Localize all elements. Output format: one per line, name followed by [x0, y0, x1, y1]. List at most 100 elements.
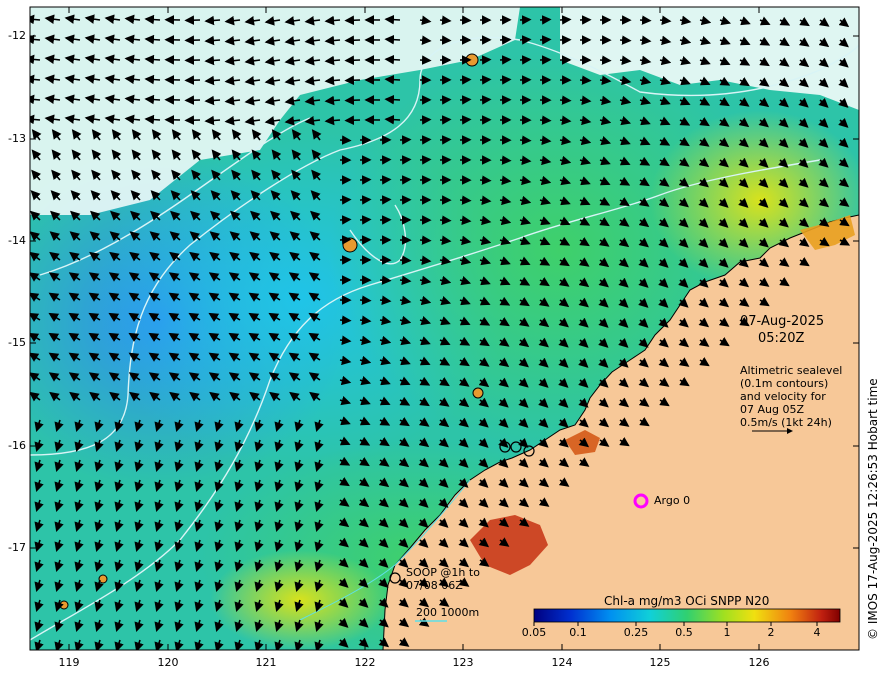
velocity-arrow	[439, 35, 452, 45]
velocity-arrow	[539, 115, 552, 125]
velocity-arrow	[419, 35, 432, 45]
velocity-arrow	[539, 35, 552, 45]
colorbar-tick-label: 0.25	[623, 626, 649, 639]
velocity-arrow	[339, 235, 352, 245]
velocity-arrow	[359, 295, 372, 305]
velocity-arrow	[144, 54, 161, 65]
velocity-arrow	[539, 15, 552, 25]
velocity-arrow	[144, 14, 161, 25]
velocity-arrow	[439, 15, 452, 25]
velocity-arrow	[459, 95, 472, 105]
lon-tick-label: 119	[58, 656, 80, 669]
velocity-arrow	[339, 215, 352, 225]
velocity-arrow	[559, 95, 572, 105]
velocity-arrow	[344, 55, 361, 66]
velocity-arrow	[384, 74, 401, 85]
velocity-arrow	[459, 15, 472, 25]
velocity-arrow	[204, 55, 221, 66]
soop-label: SOOP @1h to	[406, 566, 480, 579]
info-line: 0.5m/s (1kt 24h)	[740, 416, 832, 429]
colorbar-tick-label: 1	[723, 626, 731, 639]
velocity-arrow	[379, 175, 392, 185]
velocity-arrow	[439, 215, 452, 225]
velocity-arrow	[459, 195, 472, 205]
velocity-arrow	[519, 35, 532, 45]
velocity-arrow	[399, 175, 412, 185]
velocity-arrow	[359, 195, 372, 205]
colorbar-tick-label: 0.05	[521, 626, 547, 639]
isobath-legend-label: 200 1000m	[416, 606, 480, 619]
velocity-arrow	[204, 115, 221, 126]
timestamp-date: 07-Aug-2025	[740, 314, 825, 329]
velocity-arrow	[479, 75, 492, 85]
velocity-arrow	[399, 255, 412, 265]
timestamp-time: 05:20Z	[758, 331, 805, 346]
velocity-arrow	[619, 35, 632, 45]
velocity-arrow	[599, 55, 612, 65]
velocity-arrow	[204, 15, 221, 26]
lon-tick-label: 126	[748, 656, 770, 669]
colorbar-tick-label: 0.5	[675, 626, 693, 639]
velocity-arrow	[339, 315, 352, 325]
velocity-arrow	[344, 115, 361, 126]
velocity-arrow	[419, 135, 432, 145]
velocity-arrow	[204, 75, 221, 86]
velocity-arrow	[379, 275, 392, 285]
velocity-arrow	[344, 95, 361, 106]
lon-tick-label: 121	[255, 656, 277, 669]
velocity-arrow	[144, 94, 161, 105]
velocity-arrow	[439, 135, 452, 145]
velocity-arrow	[144, 74, 161, 85]
lat-tick-label: -16	[8, 439, 26, 452]
velocity-arrow	[344, 15, 361, 26]
velocity-arrow	[359, 215, 372, 225]
velocity-arrow	[439, 115, 452, 125]
lon-tick-label: 120	[157, 656, 179, 669]
colorbar-tick-label: 2	[767, 626, 775, 639]
velocity-arrow	[204, 35, 221, 46]
velocity-arrow	[499, 155, 512, 165]
velocity-arrow	[479, 175, 492, 185]
velocity-arrow	[384, 14, 401, 25]
velocity-arrow	[384, 54, 401, 65]
velocity-arrow	[384, 114, 401, 125]
lat-tick-label: -15	[8, 336, 26, 349]
velocity-arrow	[459, 115, 472, 125]
island	[472, 387, 484, 399]
velocity-arrow	[519, 135, 532, 145]
lon-tick-label: 125	[649, 656, 671, 669]
soop-label: 07/08 06Z	[406, 579, 463, 592]
velocity-arrow	[344, 75, 361, 86]
info-line: and velocity for	[740, 390, 826, 403]
velocity-arrow	[384, 34, 401, 45]
info-line: (0.1m contours)	[740, 377, 829, 390]
info-line: 07 Aug 05Z	[740, 403, 805, 416]
velocity-arrow	[384, 94, 401, 105]
lat-tick-label: -17	[8, 541, 26, 554]
velocity-arrow	[579, 75, 592, 85]
velocity-arrow	[419, 235, 432, 245]
argo-label: Argo 0	[654, 494, 691, 507]
velocity-arrow	[419, 55, 432, 65]
lat-tick-label: -14	[8, 234, 26, 247]
lon-tick-label: 123	[452, 656, 474, 669]
velocity-arrow	[144, 34, 161, 45]
velocity-arrow	[344, 35, 361, 46]
velocity-arrow	[559, 15, 572, 25]
velocity-arrow	[399, 155, 412, 165]
info-line: Altimetric sealevel	[740, 364, 843, 377]
velocity-arrow	[499, 55, 512, 65]
island	[59, 600, 69, 610]
lat-tick-label: -13	[8, 132, 26, 145]
velocity-arrow	[639, 15, 652, 25]
velocity-arrow	[204, 95, 221, 106]
colorbar-tick-label: 4	[813, 626, 821, 639]
velocity-arrow	[499, 75, 512, 85]
velocity-arrow	[339, 135, 352, 145]
velocity-arrow	[419, 155, 432, 165]
colorbar-gradient	[533, 608, 841, 623]
velocity-arrow	[144, 114, 161, 125]
velocity-arrow	[479, 95, 492, 105]
lon-tick-label: 122	[354, 656, 376, 669]
velocity-arrow	[379, 195, 392, 205]
